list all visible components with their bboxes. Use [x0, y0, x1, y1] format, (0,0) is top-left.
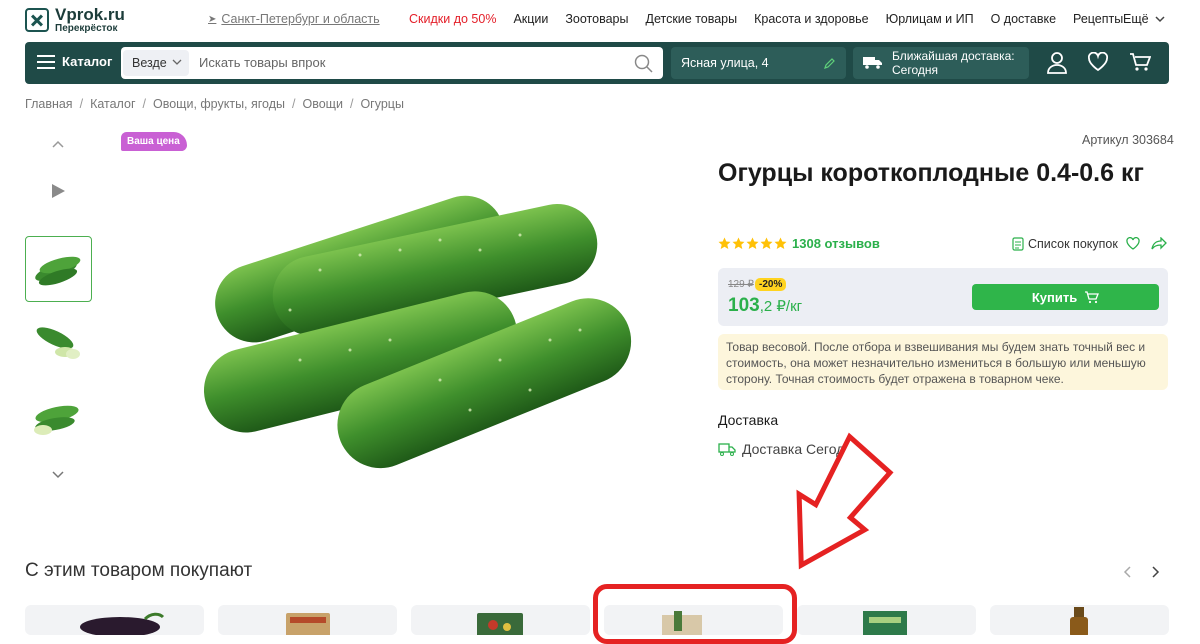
- nav-pets[interactable]: Зоотовары: [565, 12, 628, 26]
- more-label: Ещё: [1123, 12, 1149, 26]
- chevron-right-icon[interactable]: [1149, 565, 1161, 579]
- star-icon: [760, 237, 773, 249]
- price-fraction: ,2 ₽/кг: [759, 298, 803, 315]
- nav-promotions[interactable]: Акции: [513, 12, 548, 26]
- search-icon[interactable]: [634, 54, 653, 73]
- shopping-list-button[interactable]: Список покупок: [1012, 237, 1118, 251]
- cart-icon: [1085, 290, 1100, 303]
- breadcrumb-home[interactable]: Главная: [25, 97, 73, 111]
- shopping-list-label: Список покупок: [1028, 237, 1118, 251]
- annotation-highlight-frame: [593, 584, 797, 644]
- thumbnail-2[interactable]: [25, 310, 92, 376]
- nav-beauty[interactable]: Красота и здоровье: [754, 12, 868, 26]
- nav-recipes[interactable]: Рецепты: [1073, 12, 1123, 26]
- star-rating: [718, 237, 788, 250]
- address-label: Ясная улица, 4: [681, 56, 769, 70]
- truck-icon: [863, 57, 882, 69]
- heart-icon[interactable]: [1126, 237, 1140, 250]
- breadcrumb-vegetables[interactable]: Овощи: [303, 97, 343, 111]
- catalog-button[interactable]: Каталог: [37, 54, 112, 69]
- search-scope-select[interactable]: Везде: [123, 50, 189, 76]
- price-box: 129 ₽ -20% 103,2 ₽/кг Купить: [718, 268, 1168, 326]
- address-selector[interactable]: Ясная улица, 4: [671, 47, 846, 79]
- chevron-down-icon[interactable]: [50, 468, 66, 482]
- search-bar: Везде: [121, 47, 663, 79]
- thumbnail-3[interactable]: [25, 386, 92, 452]
- logo-icon: [25, 8, 49, 32]
- share-icon[interactable]: [1151, 237, 1167, 250]
- price-integer: 103: [728, 295, 760, 316]
- product-image[interactable]: [180, 160, 650, 470]
- discount-badge: -20%: [755, 278, 787, 291]
- related-card[interactable]: [25, 605, 204, 635]
- rating[interactable]: 1308 отзывов: [718, 236, 880, 251]
- catalog-label: Каталог: [62, 54, 113, 69]
- cucumber-shapes: [203, 195, 632, 469]
- related-card[interactable]: [990, 605, 1169, 635]
- weight-notice: Товар весовой. После отбора и взвешивани…: [718, 334, 1168, 390]
- video-play-icon[interactable]: [52, 184, 65, 198]
- search-scope-label: Везде: [132, 56, 167, 70]
- star-icon: [718, 237, 731, 249]
- star-icon: [774, 237, 787, 249]
- buy-label: Купить: [1031, 289, 1078, 305]
- related-card[interactable]: [411, 605, 590, 635]
- article-number: Артикул 303684: [1082, 133, 1174, 147]
- star-icon: [732, 237, 745, 249]
- menu-icon: [37, 54, 55, 69]
- current-price: 103,2 ₽/кг: [728, 295, 802, 317]
- old-price: 129 ₽: [728, 279, 754, 290]
- breadcrumb-catalog[interactable]: Каталог: [90, 97, 135, 111]
- breadcrumb-produce[interactable]: Овощи, фрукты, ягоды: [153, 97, 285, 111]
- delivery-line-2: Сегодня: [892, 63, 938, 77]
- more-menu[interactable]: Ещё: [1123, 12, 1165, 26]
- logo[interactable]: Vprok.ru Перекрёсток: [25, 6, 125, 34]
- truck-icon: [718, 442, 736, 456]
- top-nav: Скидки до 50% Акции Зоотовары Детские то…: [409, 12, 1140, 26]
- breadcrumb: Главная / Каталог / Овощи, фрукты, ягоды / …: [25, 97, 404, 111]
- related-card[interactable]: [797, 605, 976, 635]
- star-icon: [746, 237, 759, 249]
- reviews-link[interactable]: 1308 отзывов: [792, 236, 880, 251]
- nav-delivery-info[interactable]: О доставке: [991, 12, 1056, 26]
- main-navbar: Каталог Везде Ясная улица, 4 Ближайшая д…: [25, 42, 1169, 84]
- your-price-badge: Ваша цена: [121, 132, 187, 151]
- nav-business[interactable]: Юрлицам и ИП: [886, 12, 974, 26]
- nav-sale[interactable]: Скидки до 50%: [409, 12, 496, 26]
- chevron-down-icon: [172, 59, 182, 65]
- region-label: Санкт-Петербург и область: [221, 12, 380, 26]
- related-card[interactable]: [218, 605, 397, 635]
- buy-button[interactable]: Купить: [972, 284, 1159, 310]
- nav-kids[interactable]: Детские товары: [645, 12, 737, 26]
- thumbnail-1[interactable]: [25, 236, 92, 302]
- search-input[interactable]: [199, 55, 619, 70]
- breadcrumb-cucumbers[interactable]: Огурцы: [360, 97, 404, 111]
- related-section-title: С этим товаром покупают: [25, 560, 253, 581]
- heart-icon[interactable]: [1087, 51, 1109, 74]
- delivery-line-1: Ближайшая доставка:: [892, 49, 1015, 63]
- top-bar: Vprok.ru Перекрёсток ➤ Санкт-Петербург и…: [0, 0, 1200, 40]
- logo-title: Vprok.ru: [55, 5, 125, 24]
- chevron-left-icon[interactable]: [1122, 565, 1134, 579]
- annotation-arrow-icon: [796, 432, 894, 570]
- delivery-heading: Доставка: [718, 412, 779, 428]
- location-arrow-icon: ➤: [208, 13, 217, 25]
- chevron-down-icon: [1155, 15, 1165, 22]
- logo-subtitle: Перекрёсток: [55, 23, 118, 34]
- region-selector[interactable]: ➤ Санкт-Петербург и область: [208, 12, 380, 26]
- cart-icon[interactable]: [1129, 52, 1152, 74]
- chevron-up-icon[interactable]: [50, 137, 66, 151]
- product-title: Огурцы короткоплодные 0.4-0.6 кг: [718, 159, 1144, 187]
- user-icon[interactable]: [1047, 52, 1067, 74]
- nearest-delivery[interactable]: Ближайшая доставка: Сегодня: [853, 47, 1029, 79]
- pencil-icon: [824, 58, 835, 69]
- list-icon: [1012, 237, 1024, 251]
